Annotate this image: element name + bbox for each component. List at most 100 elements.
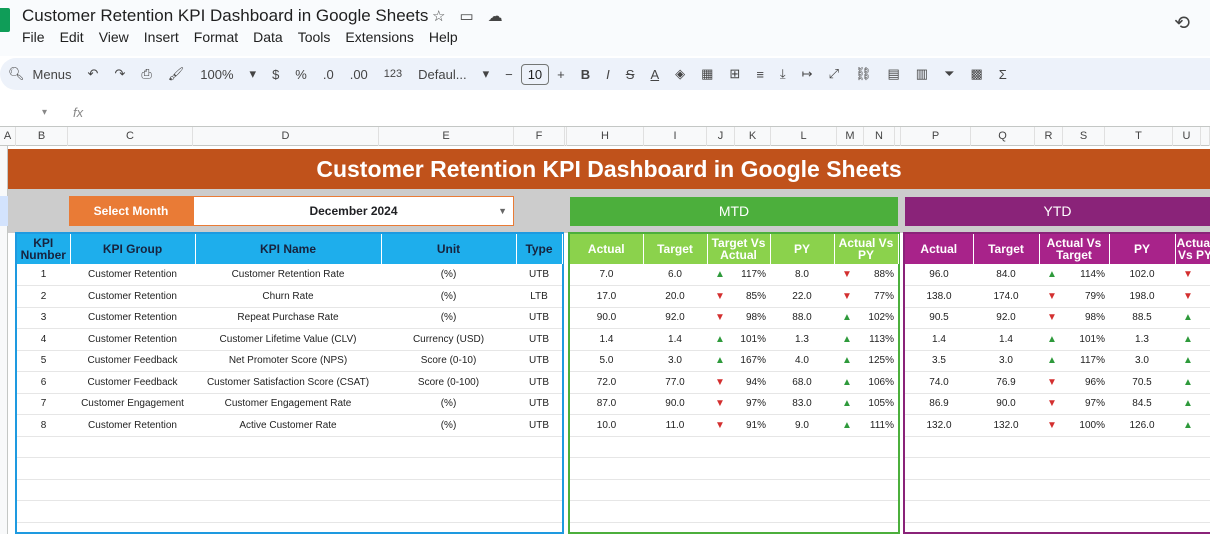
move-folder-icon[interactable]: ▭ xyxy=(459,7,473,25)
ytd-actual-vs-target-cell[interactable]: ▲ 101% xyxy=(1039,328,1109,351)
empty-cell[interactable] xyxy=(643,500,707,523)
ytd-actual-cell[interactable]: 1.4 xyxy=(905,328,973,351)
empty-cell[interactable] xyxy=(516,479,562,501)
mtd-target-cell[interactable]: 1.4 xyxy=(643,328,707,351)
ytd-actual-vs-py-cell[interactable]: ▲ xyxy=(1175,350,1210,372)
print-icon[interactable]: ⎙ xyxy=(133,66,159,82)
mtd-target-vs-actual-cell[interactable]: ▲ 101% xyxy=(707,328,770,351)
merge-cells-icon[interactable]: ⊞ xyxy=(721,66,748,82)
menu-data[interactable]: Data xyxy=(253,29,283,45)
kpi-group-cell[interactable]: Customer Retention xyxy=(70,328,195,351)
empty-cell[interactable] xyxy=(570,479,643,501)
column-header-j[interactable]: J xyxy=(707,127,735,146)
kpi-number-cell[interactable]: 4 xyxy=(17,328,70,351)
mtd-actual-vs-py-cell[interactable]: ▼ 88% xyxy=(834,264,898,286)
mtd-actual-cell[interactable]: 5.0 xyxy=(570,350,643,372)
empty-cell[interactable] xyxy=(1039,436,1109,458)
ytd-actual-vs-target-cell[interactable]: ▲ 114% xyxy=(1039,264,1109,286)
column-header-c[interactable]: C xyxy=(68,127,193,146)
filter-views-icon[interactable]: ▩ xyxy=(962,66,990,82)
kpi-name-cell[interactable]: Customer Engagement Rate xyxy=(195,393,381,415)
ytd-target-cell[interactable]: 90.0 xyxy=(973,393,1039,415)
chevron-down-icon[interactable]: ▾ xyxy=(475,66,498,82)
empty-cell[interactable] xyxy=(1109,500,1175,523)
column-header-q[interactable]: Q xyxy=(971,127,1035,146)
redo-icon[interactable]: ↷ xyxy=(106,66,133,82)
mtd-target-cell[interactable]: 20.0 xyxy=(643,285,707,308)
font-size-decrease-icon[interactable]: − xyxy=(497,67,521,82)
ytd-py-cell[interactable]: 3.0 xyxy=(1109,350,1175,372)
mtd-target-vs-actual-cell[interactable]: ▼ 91% xyxy=(707,414,770,437)
empty-cell[interactable] xyxy=(516,500,562,523)
italic-button[interactable]: I xyxy=(598,67,618,82)
empty-cell[interactable] xyxy=(1039,479,1109,501)
column-header-k[interactable]: K xyxy=(735,127,771,146)
empty-cell[interactable] xyxy=(834,457,898,480)
kpi-name-cell[interactable]: Customer Satisfaction Score (CSAT) xyxy=(195,371,381,394)
empty-cell[interactable] xyxy=(707,436,770,458)
chart-icon[interactable]: ▥ xyxy=(908,66,936,82)
column-header-h[interactable]: H xyxy=(567,127,644,146)
empty-cell[interactable] xyxy=(770,436,834,458)
ytd-py-cell[interactable]: 102.0 xyxy=(1109,264,1175,286)
empty-cell[interactable] xyxy=(770,500,834,523)
ytd-actual-vs-py-cell[interactable]: ▼ xyxy=(1175,264,1210,286)
text-rotation-icon[interactable]: ⤢ xyxy=(821,66,847,82)
star-icon[interactable]: ☆ xyxy=(432,7,445,25)
filter-icon[interactable]: ⏷ xyxy=(936,66,962,82)
menu-help[interactable]: Help xyxy=(429,29,458,45)
empty-cell[interactable] xyxy=(770,457,834,480)
mtd-actual-cell[interactable]: 1.4 xyxy=(570,328,643,351)
empty-cell[interactable] xyxy=(905,457,973,480)
ytd-actual-vs-py-cell[interactable]: ▲ xyxy=(1175,328,1210,351)
bold-button[interactable]: B xyxy=(573,67,598,82)
empty-cell[interactable] xyxy=(17,500,70,523)
mtd-actual-cell[interactable]: 72.0 xyxy=(570,371,643,394)
kpi-name-cell[interactable]: Churn Rate xyxy=(195,285,381,308)
empty-cell[interactable] xyxy=(70,436,195,458)
empty-cell[interactable] xyxy=(1039,457,1109,480)
column-header-t[interactable]: T xyxy=(1105,127,1173,146)
column-header-r[interactable]: R xyxy=(1035,127,1063,146)
mtd-actual-vs-py-cell[interactable]: ▲ 106% xyxy=(834,371,898,394)
ytd-actual-vs-py-cell[interactable]: ▲ xyxy=(1175,414,1210,437)
kpi-group-cell[interactable]: Customer Feedback xyxy=(70,371,195,394)
zoom-select[interactable]: 100% xyxy=(192,67,241,82)
empty-cell[interactable] xyxy=(195,457,381,480)
mtd-actual-cell[interactable]: 90.0 xyxy=(570,307,643,329)
column-header-a[interactable]: A xyxy=(0,127,16,146)
ytd-actual-cell[interactable]: 138.0 xyxy=(905,285,973,308)
ytd-actual-vs-target-cell[interactable]: ▼ 97% xyxy=(1039,393,1109,415)
mtd-actual-vs-py-cell[interactable]: ▲ 113% xyxy=(834,328,898,351)
percent-format-button[interactable]: % xyxy=(287,67,315,82)
kpi-name-cell[interactable]: Net Promoter Score (NPS) xyxy=(195,350,381,372)
column-header-e[interactable]: E xyxy=(379,127,514,146)
ytd-py-cell[interactable]: 1.3 xyxy=(1109,328,1175,351)
kpi-number-cell[interactable]: 7 xyxy=(17,393,70,415)
mtd-actual-vs-py-cell[interactable]: ▲ 102% xyxy=(834,307,898,329)
mtd-target-vs-actual-cell[interactable]: ▼ 85% xyxy=(707,285,770,308)
mtd-actual-cell[interactable]: 87.0 xyxy=(570,393,643,415)
paint-format-icon[interactable]: 🖌︎ xyxy=(160,66,193,82)
font-size-increase-icon[interactable]: + xyxy=(549,67,573,82)
ytd-actual-cell[interactable]: 86.9 xyxy=(905,393,973,415)
document-title[interactable]: Customer Retention KPI Dashboard in Goog… xyxy=(22,6,428,26)
ytd-actual-vs-py-cell[interactable]: ▲ xyxy=(1175,307,1210,329)
text-wrap-icon[interactable]: ↦ xyxy=(794,66,821,82)
column-header-u[interactable]: U xyxy=(1173,127,1201,146)
type-cell[interactable]: UTB xyxy=(516,414,562,437)
mtd-actual-cell[interactable]: 17.0 xyxy=(570,285,643,308)
empty-cell[interactable] xyxy=(381,457,516,480)
mtd-target-cell[interactable]: 6.0 xyxy=(643,264,707,286)
link-icon[interactable]: ⛓ xyxy=(847,66,880,82)
font-size-input[interactable]: 10 xyxy=(520,63,550,85)
empty-cell[interactable] xyxy=(834,479,898,501)
mtd-target-vs-actual-cell[interactable]: ▼ 97% xyxy=(707,393,770,415)
empty-cell[interactable] xyxy=(707,500,770,523)
column-header-d[interactable]: D xyxy=(193,127,379,146)
empty-cell[interactable] xyxy=(834,436,898,458)
empty-cell[interactable] xyxy=(570,436,643,458)
ytd-py-cell[interactable]: 88.5 xyxy=(1109,307,1175,329)
kpi-name-cell[interactable]: Active Customer Rate xyxy=(195,414,381,437)
kpi-name-cell[interactable]: Customer Retention Rate xyxy=(195,264,381,286)
